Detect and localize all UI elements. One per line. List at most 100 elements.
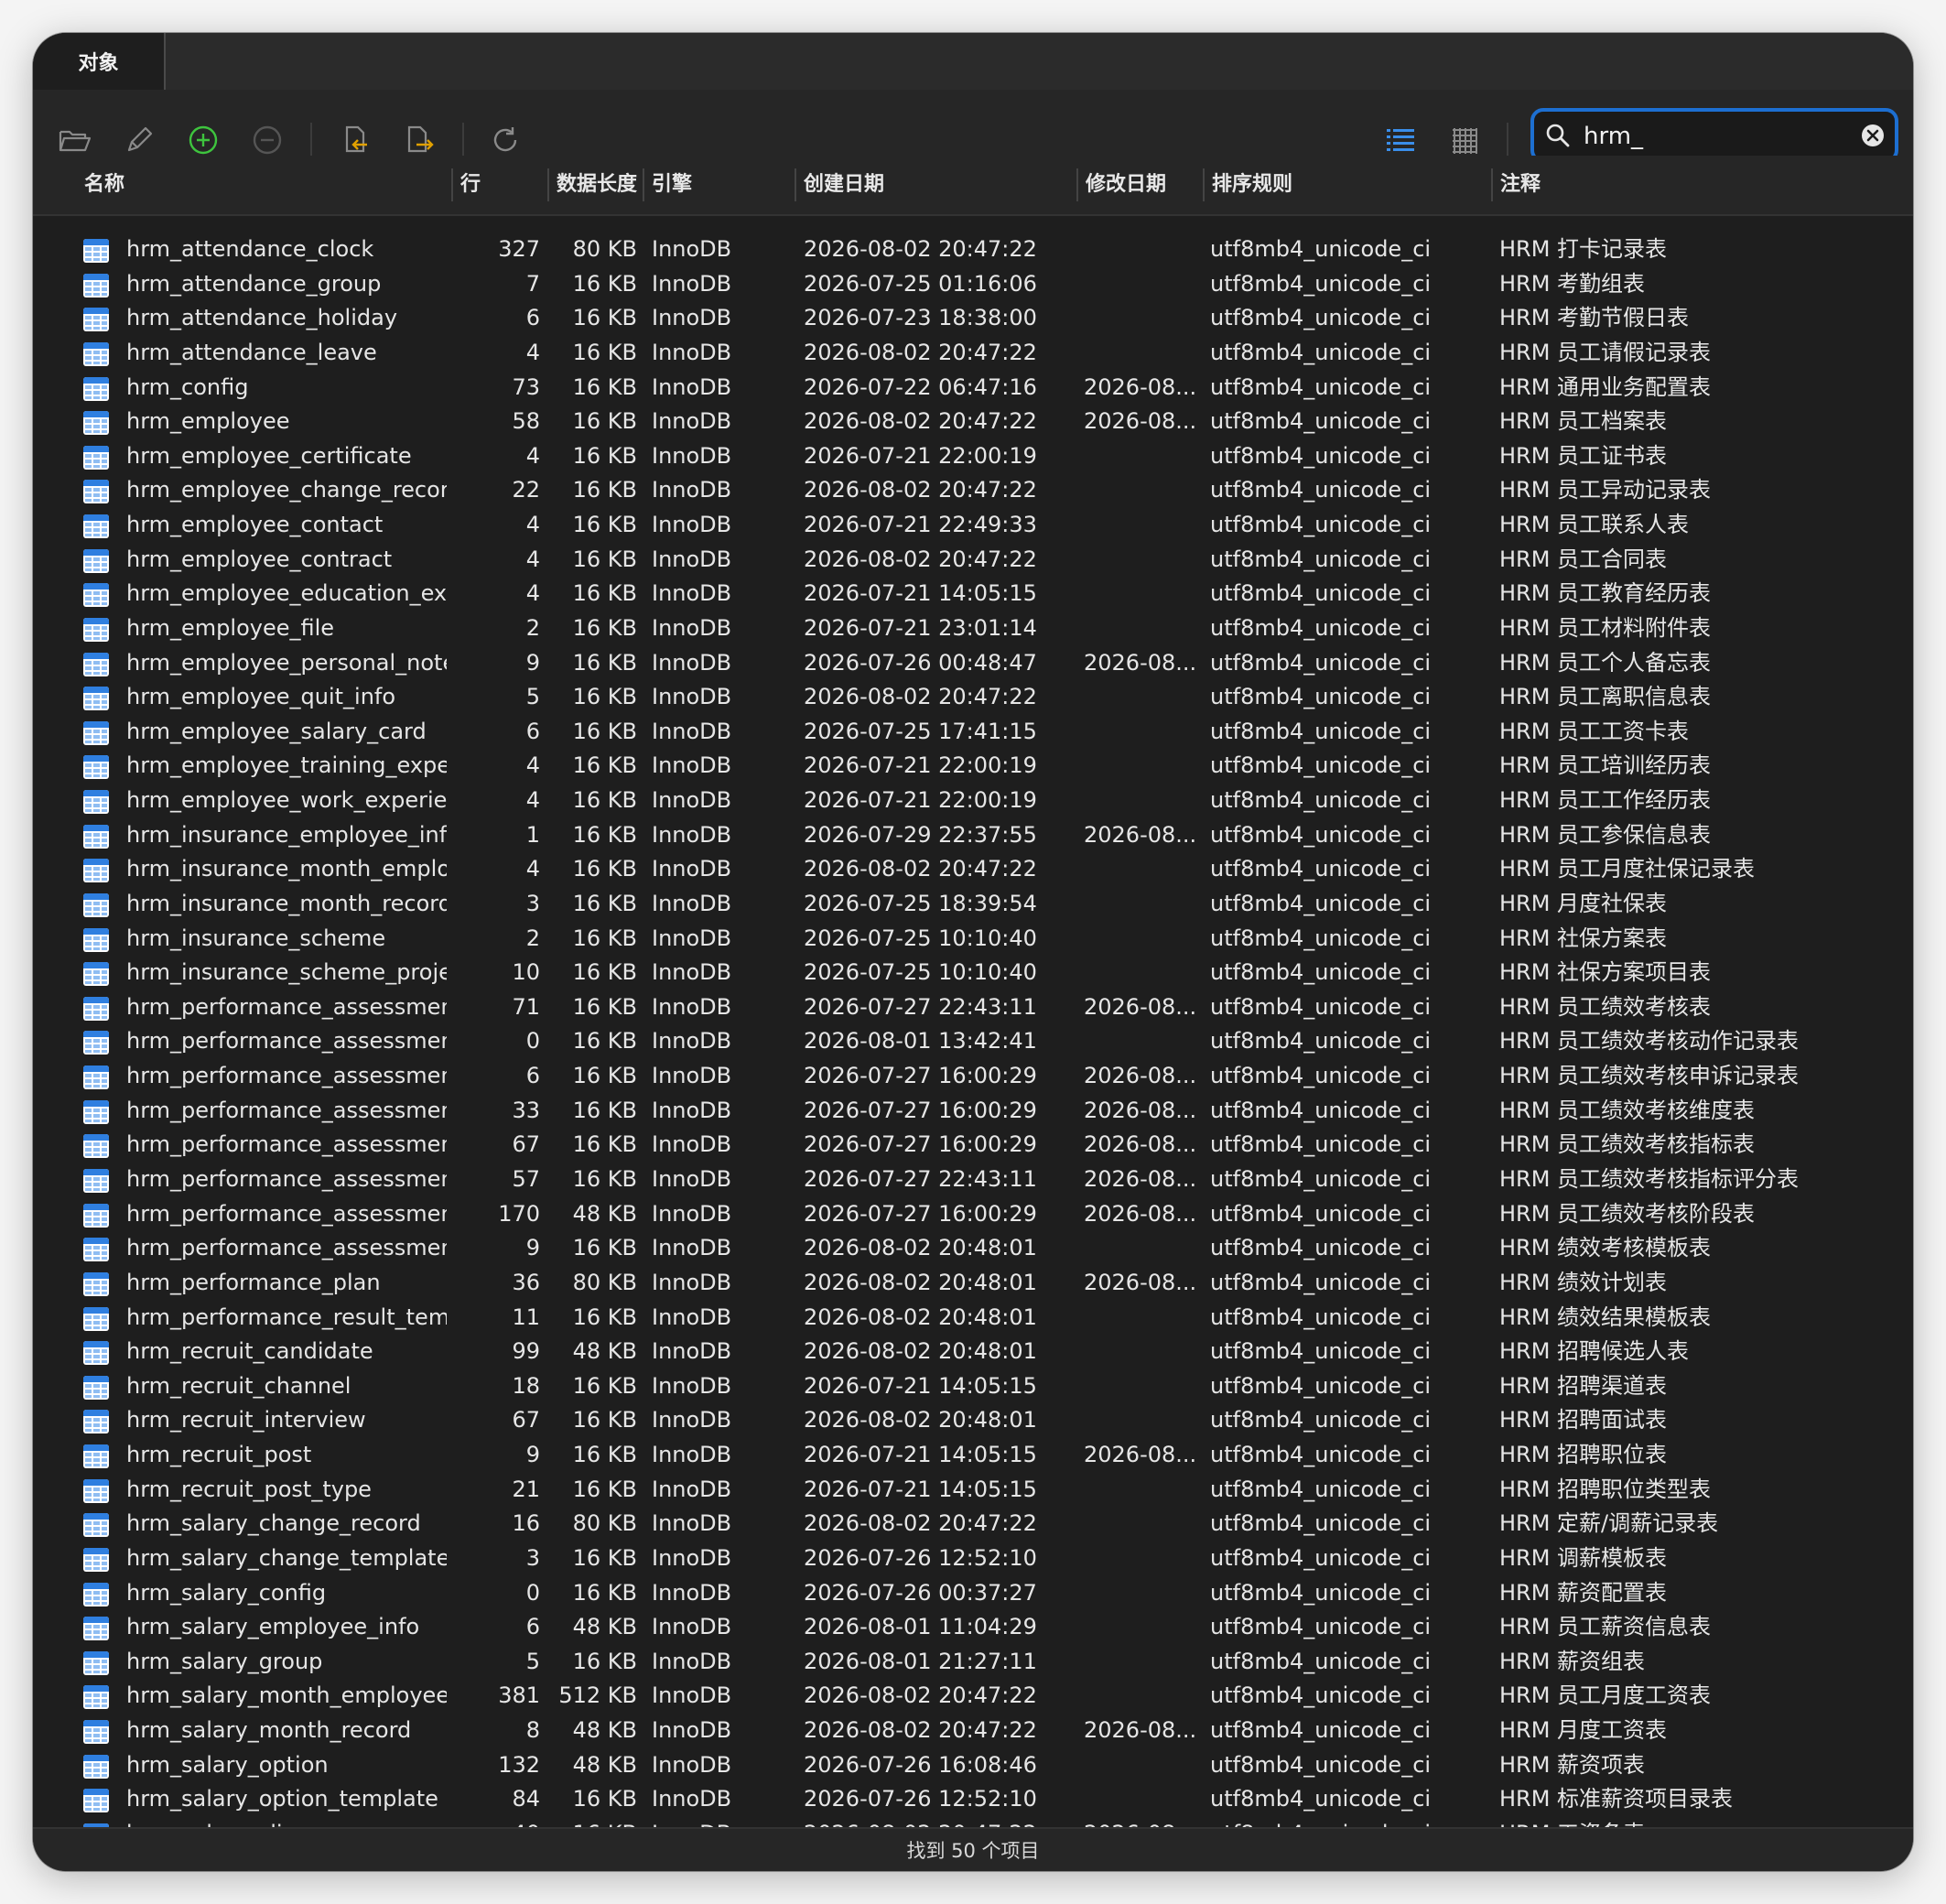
table-row[interactable]: hrm_employee_contact 4 16 KB InnoDB 2026-07-… <box>33 508 1913 543</box>
column-header-modified[interactable]: 修改日期 <box>1086 156 1166 214</box>
cell-modified: 2026-08... <box>1084 649 1197 676</box>
cell-collation: utf8mb4_unicode_ci <box>1210 890 1432 916</box>
table-row[interactable]: hrm_performance_assessmen... 57 16 KB InnoD… <box>33 1163 1913 1197</box>
cell-created: 2026-07-21 22:00:19 <box>804 442 1037 469</box>
cell-modified <box>1084 1507 1201 1542</box>
cell-engine: InnoDB <box>652 925 732 951</box>
table-row[interactable]: hrm_employee_certificate 4 16 KB InnoDB 2026… <box>33 439 1913 474</box>
table-row[interactable]: hrm_employee_contract 4 16 KB InnoDB 2026-08… <box>33 543 1913 578</box>
table-row[interactable]: hrm_performance_assessmen... 9 16 KB InnoDB… <box>33 1231 1913 1266</box>
table-row[interactable]: hrm_salary_option 132 48 KB InnoDB 2026-07-2… <box>33 1748 1913 1783</box>
cell-engine: InnoDB <box>652 787 732 814</box>
table-icon <box>82 1409 110 1434</box>
table-row[interactable]: hrm_performance_result_tem... 11 16 KB Inno… <box>33 1301 1913 1336</box>
column-divider[interactable] <box>795 168 796 201</box>
clear-icon[interactable] <box>1860 123 1886 152</box>
table-row[interactable]: hrm_employee_salary_card 6 16 KB InnoDB 2026… <box>33 715 1913 750</box>
table-row[interactable]: hrm_attendance_group 7 16 KB InnoDB 2026-07-… <box>33 267 1913 302</box>
cell-comment: HRM 员工请假记录表 <box>1499 339 1712 365</box>
table-row[interactable]: hrm_employee_personal_note 9 16 KB InnoDB 20… <box>33 646 1913 681</box>
cell-name: hrm_employee_quit_info <box>126 684 396 710</box>
table-row[interactable]: hrm_recruit_channel 18 16 KB InnoDB 2026-07-… <box>33 1369 1913 1404</box>
table-row[interactable]: hrm_salary_month_employee_... 381 512 KB In… <box>33 1679 1913 1714</box>
table-row[interactable]: hrm_employee_change_record 22 16 KB InnoDB 2… <box>33 473 1913 508</box>
table-row[interactable]: hrm_salary_change_record 16 80 KB InnoDB 202… <box>33 1507 1913 1542</box>
column-header-data-length[interactable]: 数据长度 <box>557 156 637 214</box>
cell-engine: InnoDB <box>652 1131 732 1158</box>
table-row[interactable]: hrm_performance_plan 36 80 KB InnoDB 2026-08… <box>33 1266 1913 1301</box>
cell-rows: 2 <box>525 614 540 641</box>
cell-collation: utf8mb4_unicode_ci <box>1210 1648 1432 1674</box>
table-row[interactable]: hrm_insurance_month_emplo... 4 16 KB InnoDB… <box>33 852 1913 887</box>
column-divider[interactable] <box>1076 168 1078 201</box>
table-icon <box>82 1065 110 1090</box>
table-row[interactable]: hrm_attendance_clock 327 80 KB InnoDB 2026-0… <box>33 233 1913 267</box>
table-row[interactable]: hrm_salary_group 5 16 KB InnoDB 2026-08-01 2… <box>33 1645 1913 1680</box>
cell-rows: 71 <box>512 993 540 1020</box>
table-row[interactable]: hrm_salary_change_template 3 16 KB InnoDB 20… <box>33 1542 1913 1576</box>
table-row[interactable]: hrm_attendance_leave 4 16 KB InnoDB 2026-08-… <box>33 336 1913 371</box>
table-row[interactable]: hrm_performance_assessmen... 6 16 KB InnoDB… <box>33 1059 1913 1094</box>
table-row[interactable]: hrm_employee_quit_info 5 16 KB InnoDB 2026-0… <box>33 680 1913 715</box>
table-row[interactable]: hrm_recruit_interview 67 16 KB InnoDB 2026-0… <box>33 1403 1913 1438</box>
cell-engine: InnoDB <box>652 1579 732 1606</box>
cell-modified <box>1084 784 1201 818</box>
column-header-engine[interactable]: 引擎 <box>652 156 692 214</box>
table-row[interactable]: hrm_insurance_month_record 3 16 KB InnoDB 20… <box>33 887 1913 922</box>
table-row[interactable]: hrm_salary_option_template 84 16 KB InnoDB 2… <box>33 1782 1913 1817</box>
table-row[interactable]: hrm_config 73 16 KB InnoDB 2026-07-22 06:47:… <box>33 371 1913 406</box>
table-row[interactable]: hrm_salary_employee_info 6 48 KB InnoDB 2026… <box>33 1610 1913 1645</box>
cell-engine: InnoDB <box>652 1442 732 1468</box>
column-divider[interactable] <box>451 168 453 201</box>
cell-modified <box>1084 956 1201 990</box>
column-header-rows[interactable]: 行 <box>460 156 481 214</box>
table-row[interactable]: hrm_performance_assessmen... 0 16 KB InnoDB… <box>33 1024 1913 1059</box>
column-header-collation[interactable]: 排序规则 <box>1212 156 1292 214</box>
table-row[interactable]: hrm_employee_training_exper... 4 16 KB Inno… <box>33 749 1913 784</box>
search-icon <box>1545 123 1571 152</box>
cell-rows: 6 <box>525 1614 540 1640</box>
cell-data-length: 16 KB <box>572 1579 637 1606</box>
column-divider[interactable] <box>1203 168 1205 201</box>
table-row[interactable]: hrm_performance_assessmen... 33 16 KB InnoD… <box>33 1094 1913 1129</box>
cell-name: hrm_performance_assessmen... <box>126 1063 447 1089</box>
cell-comment: HRM 员工材料附件表 <box>1499 614 1712 641</box>
cell-collation: utf8mb4_unicode_ci <box>1210 1717 1432 1744</box>
column-divider[interactable] <box>1491 168 1493 201</box>
cell-collation: utf8mb4_unicode_ci <box>1210 821 1432 848</box>
table-row[interactable]: hrm_insurance_scheme 2 16 KB InnoDB 2026-07-… <box>33 922 1913 957</box>
table-icon <box>82 652 110 677</box>
table-row[interactable]: hrm_employee_work_experien... 4 16 KB InnoD… <box>33 784 1913 818</box>
column-divider[interactable] <box>643 168 644 201</box>
column-header-comment[interactable]: 注释 <box>1500 156 1541 214</box>
column-divider[interactable] <box>547 168 549 201</box>
table-row[interactable]: hrm_employee_file 2 16 KB InnoDB 2026-07-21 … <box>33 611 1913 646</box>
table-row[interactable]: hrm_insurance_employee_info 1 16 KB InnoDB 2… <box>33 818 1913 853</box>
cell-collation: utf8mb4_unicode_ci <box>1210 684 1432 710</box>
table-row[interactable]: hrm_insurance_scheme_project 10 16 KB InnoD… <box>33 956 1913 990</box>
column-header-name[interactable]: 名称 <box>84 156 124 214</box>
table-icon <box>82 996 110 1022</box>
table-row[interactable]: hrm_recruit_candidate 99 48 KB InnoDB 2026-0… <box>33 1335 1913 1369</box>
table-row[interactable]: hrm_performance_assessment 71 16 KB InnoDB 2… <box>33 990 1913 1025</box>
column-header-created[interactable]: 创建日期 <box>804 156 884 214</box>
table-row[interactable]: hrm_performance_assessmen... 170 48 KB Inno… <box>33 1197 1913 1232</box>
table-row[interactable]: hrm_attendance_holiday 6 16 KB InnoDB 2026-0… <box>33 301 1913 336</box>
table-row[interactable]: hrm_employee_education_exp... 4 16 KB InnoD… <box>33 577 1913 611</box>
table-row[interactable]: hrm_employee 58 16 KB InnoDB 2026-08-02 20:4… <box>33 405 1913 439</box>
search-input[interactable] <box>1582 115 1851 157</box>
cell-collation: utf8mb4_unicode_ci <box>1210 373 1432 400</box>
cell-created: 2026-07-25 01:16:06 <box>804 270 1037 297</box>
cell-engine: InnoDB <box>652 546 732 572</box>
cell-engine: InnoDB <box>652 373 732 400</box>
table-row[interactable]: hrm_performance_assessmen... 67 16 KB InnoD… <box>33 1128 1913 1163</box>
cell-modified <box>1084 715 1201 750</box>
table-row[interactable]: hrm_recruit_post 9 16 KB InnoDB 2026-07-21 1… <box>33 1438 1913 1473</box>
table-row[interactable]: hrm_salary_config 0 16 KB InnoDB 2026-07-26 … <box>33 1576 1913 1611</box>
tab-objects[interactable]: 对象 <box>33 33 166 90</box>
table-icon <box>82 1616 110 1641</box>
cell-comment: HRM 招聘候选人表 <box>1499 1338 1690 1365</box>
table-row[interactable]: hrm_recruit_post_type 21 16 KB InnoDB 2026-0… <box>33 1473 1913 1508</box>
cell-name: hrm_performance_assessmen... <box>126 1235 447 1261</box>
table-row[interactable]: hrm_salary_month_record 8 48 KB InnoDB 2026-… <box>33 1714 1913 1748</box>
